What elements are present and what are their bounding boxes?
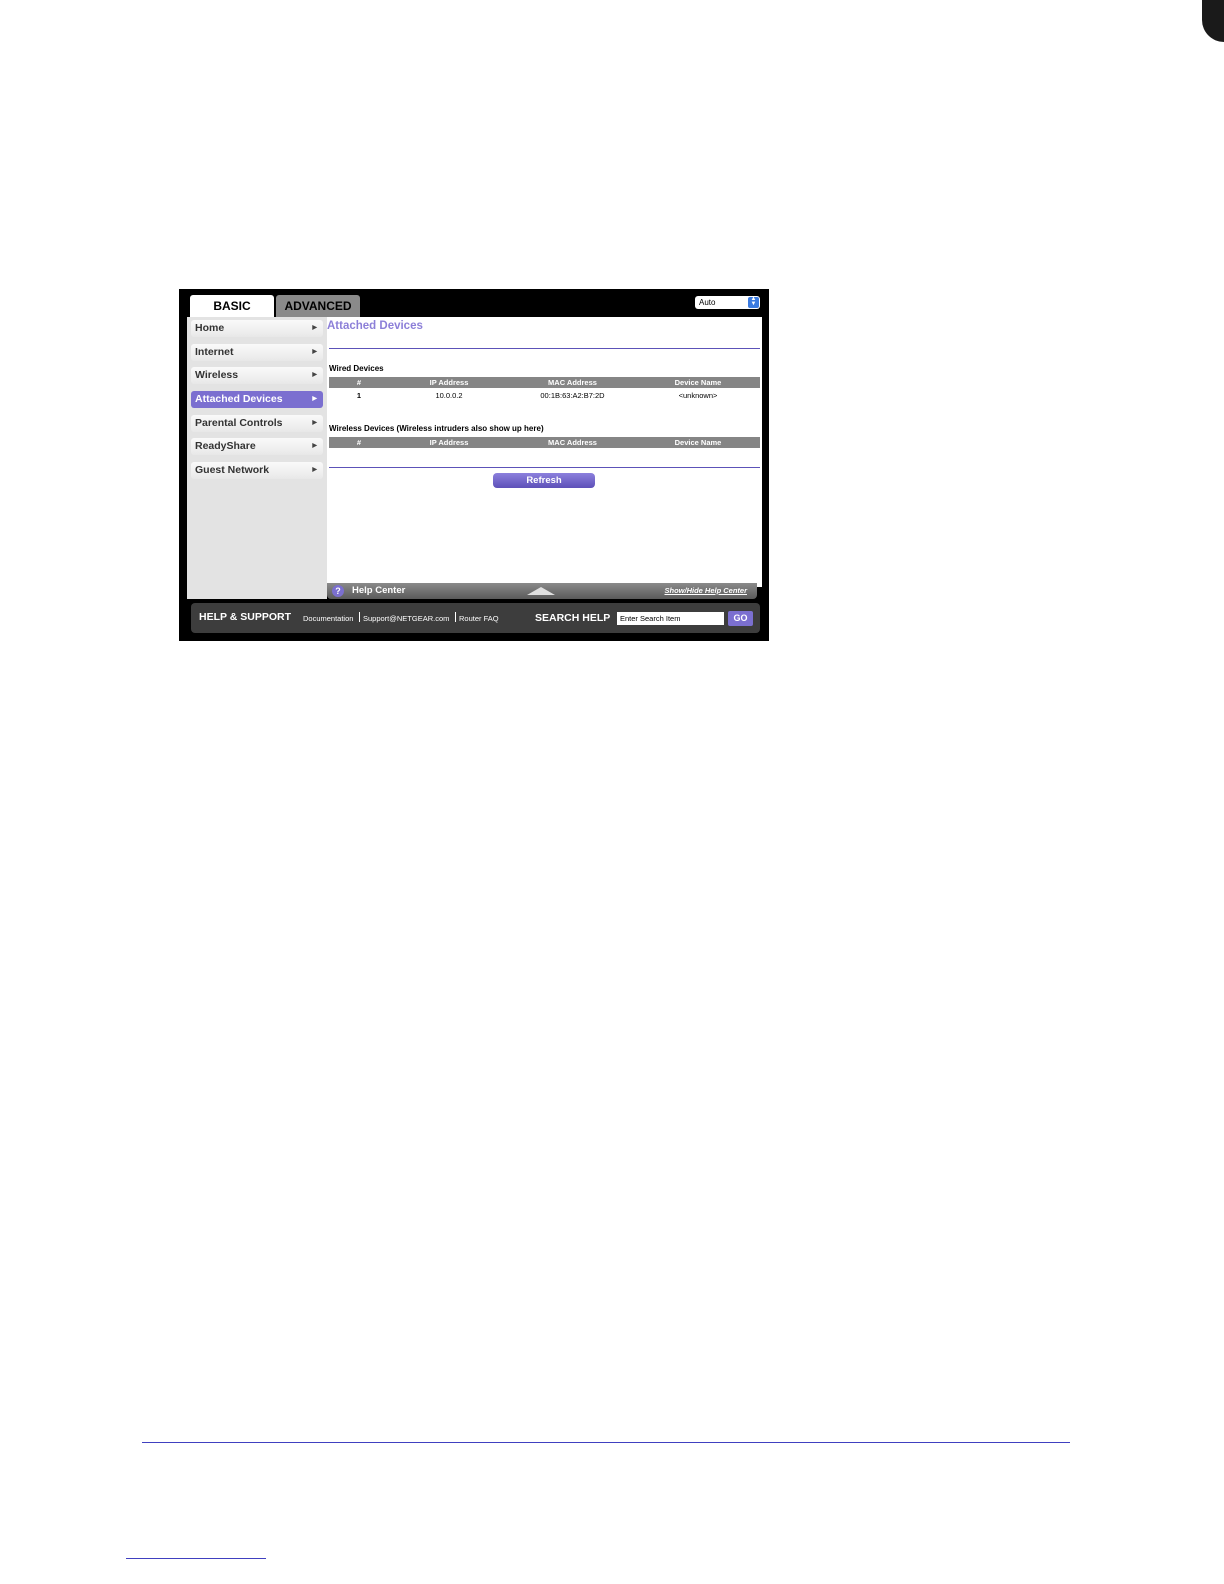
- sidebar-item-guest-network[interactable]: Guest Network ▶: [191, 462, 323, 479]
- help-center-title: Help Center: [352, 585, 406, 596]
- sidebar-item-label: Guest Network: [195, 464, 270, 476]
- separator: [455, 612, 456, 622]
- footer-short-divider: [126, 1558, 266, 1559]
- tab-advanced[interactable]: ADVANCED: [276, 295, 360, 317]
- go-button[interactable]: GO: [728, 611, 753, 626]
- search-help-title: SEARCH HELP: [535, 612, 611, 624]
- refresh-button[interactable]: Refresh: [493, 473, 595, 488]
- help-support-bar: HELP & SUPPORT Documentation Support@NET…: [191, 603, 760, 633]
- chevron-right-icon: ▶: [312, 349, 317, 355]
- column-header: IP Address: [429, 378, 469, 387]
- chevron-right-icon: ▶: [312, 325, 317, 331]
- sidebar-item-attached-devices[interactable]: Attached Devices ▶: [191, 391, 323, 408]
- column-header: MAC Address: [548, 378, 597, 387]
- sidebar: Home ▶ Internet ▶ Wireless ▶ Attached De…: [187, 317, 327, 599]
- router-admin-window: BASIC ADVANCED Auto ▲ ▼ Home ▶ Internet ▶…: [179, 289, 769, 641]
- chevron-right-icon: ▶: [312, 396, 317, 402]
- wireless-table-header: # IP Address MAC Address Device Name: [329, 437, 760, 448]
- chevron-right-icon: ▶: [312, 372, 317, 378]
- documentation-link[interactable]: Documentation: [303, 614, 353, 623]
- sidebar-item-readyshare[interactable]: ReadyShare ▶: [191, 438, 323, 455]
- page-title: Attached Devices: [327, 320, 423, 332]
- help-center-bar: ? Help Center Show/Hide Help Center: [327, 583, 757, 599]
- language-select-value: Auto: [699, 298, 716, 307]
- ip-address: 10.0.0.2: [435, 391, 463, 400]
- tab-basic[interactable]: BASIC: [190, 295, 274, 317]
- wired-devices-title: Wired Devices: [329, 364, 384, 373]
- sidebar-item-wireless[interactable]: Wireless ▶: [191, 367, 323, 384]
- divider: [329, 348, 760, 349]
- question-icon: ?: [332, 585, 344, 597]
- separator: [359, 612, 360, 622]
- wireless-devices-title: Wireless Devices (Wireless intruders als…: [329, 424, 544, 433]
- expand-triangle-icon[interactable]: [527, 587, 555, 595]
- show-hide-help-link[interactable]: Show/Hide Help Center: [664, 586, 747, 595]
- sidebar-item-home[interactable]: Home ▶: [191, 320, 323, 337]
- support-email-link[interactable]: Support@NETGEAR.com: [363, 614, 449, 623]
- device-name: <unknown>: [678, 391, 718, 400]
- sidebar-item-internet[interactable]: Internet ▶: [191, 344, 323, 361]
- sidebar-item-label: ReadyShare: [195, 440, 256, 452]
- language-select[interactable]: Auto ▲ ▼: [695, 296, 760, 309]
- column-header: #: [356, 438, 362, 447]
- chevron-right-icon: ▶: [312, 443, 317, 449]
- column-header: MAC Address: [548, 438, 597, 447]
- help-support-title: HELP & SUPPORT: [199, 611, 291, 623]
- main-content: Attached Devices Wired Devices # IP Addr…: [327, 317, 762, 587]
- sidebar-item-label: Home: [195, 322, 225, 334]
- sidebar-item-parental-controls[interactable]: Parental Controls ▶: [191, 415, 323, 432]
- select-arrows-icon: ▲ ▼: [748, 296, 759, 308]
- column-header: IP Address: [429, 438, 469, 447]
- sidebar-item-label: Attached Devices: [195, 393, 283, 405]
- wired-table-header: # IP Address MAC Address Device Name: [329, 377, 760, 388]
- row-number: 1: [356, 391, 362, 400]
- column-header: Device Name: [674, 438, 722, 447]
- sidebar-item-label: Wireless: [195, 369, 239, 381]
- footer-divider: [142, 1442, 1070, 1443]
- page-corner-decoration: [1202, 0, 1224, 42]
- column-header: #: [356, 378, 362, 387]
- chevron-right-icon: ▶: [312, 420, 317, 426]
- column-header: Device Name: [674, 378, 722, 387]
- divider: [329, 467, 760, 468]
- sidebar-item-label: Parental Controls: [195, 417, 283, 429]
- router-faq-link[interactable]: Router FAQ: [459, 614, 499, 623]
- chevron-right-icon: ▶: [312, 467, 317, 473]
- sidebar-item-label: Internet: [195, 346, 234, 358]
- mac-address: 00:1B:63:A2:B7:2D: [540, 391, 605, 400]
- search-input[interactable]: [617, 612, 724, 625]
